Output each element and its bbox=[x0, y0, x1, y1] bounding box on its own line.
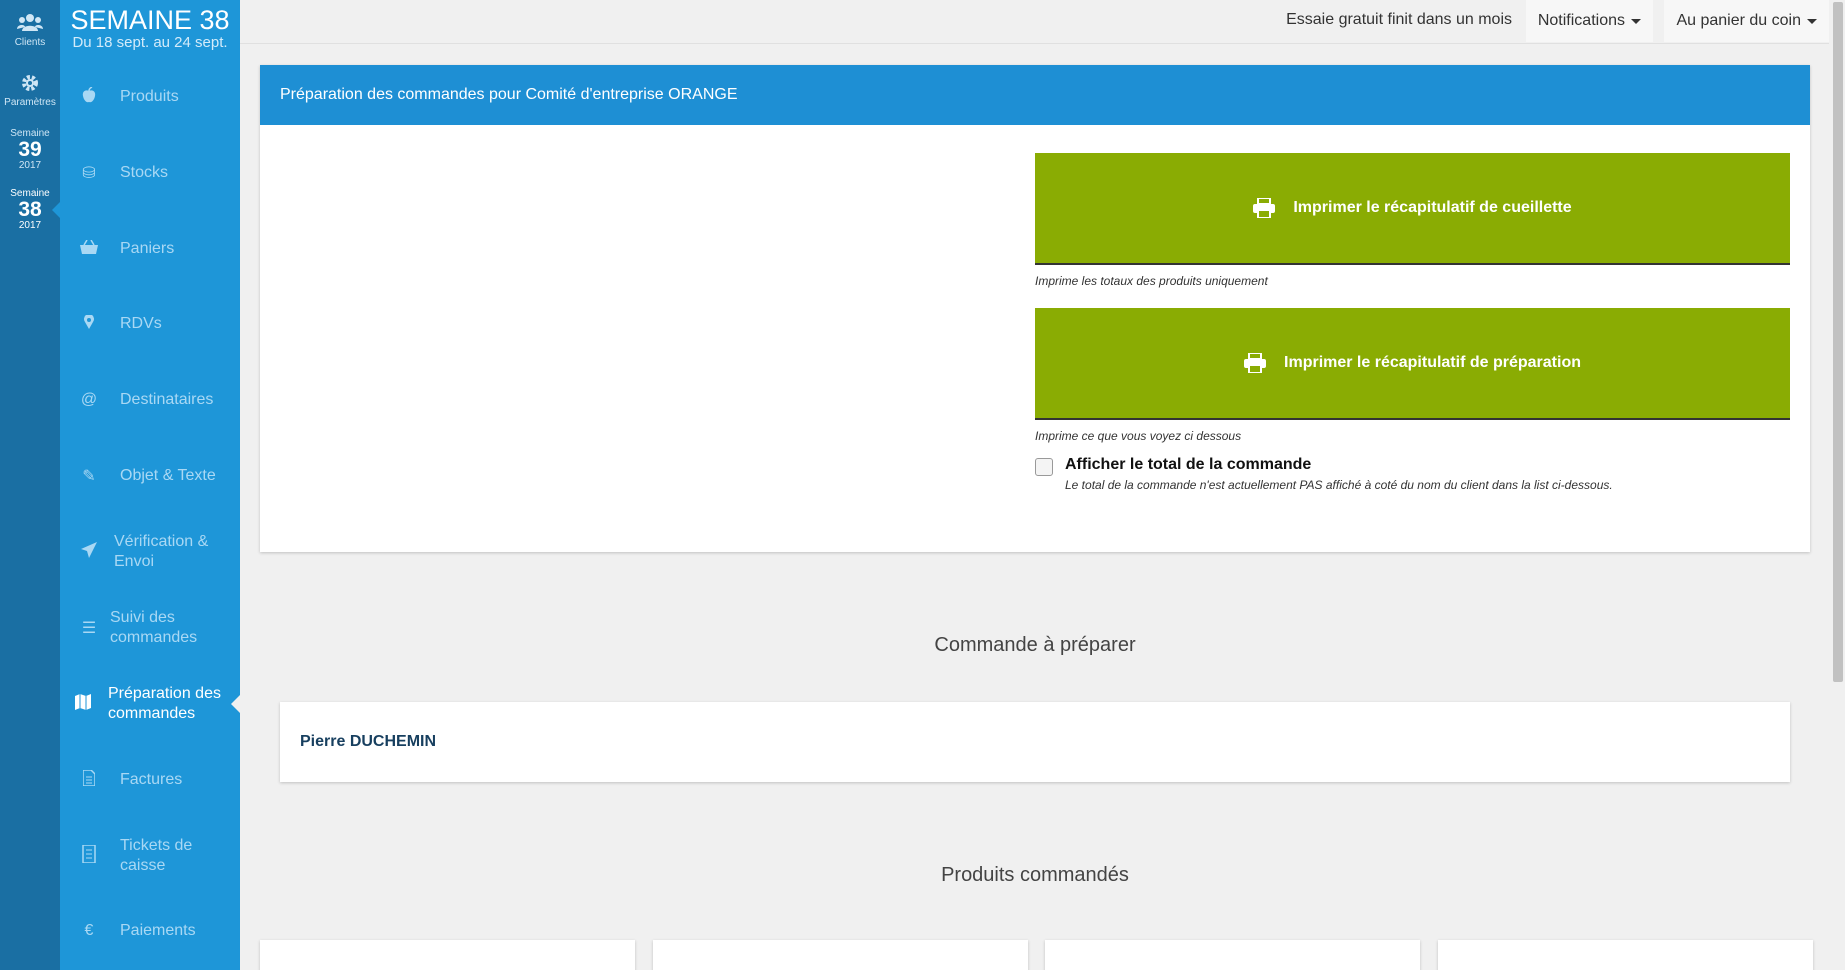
print-preparation-button[interactable]: Imprimer le récapitulatif de préparation bbox=[1035, 308, 1790, 420]
topbar: Essaie gratuit finit dans un mois Notifi… bbox=[240, 0, 1829, 44]
rail-week-39[interactable]: Semaine 39 2017 bbox=[0, 128, 60, 171]
stock-icon: ⛁ bbox=[82, 165, 96, 182]
left-rail: Clients Paramètres Semaine 39 2017 Semai… bbox=[0, 0, 60, 970]
sidebar-item-label: Paiements bbox=[120, 922, 196, 939]
caret-down-icon bbox=[1631, 18, 1641, 24]
receipt-icon bbox=[74, 843, 104, 868]
users-icon bbox=[17, 14, 43, 31]
cueillette-hint: Imprime les totaux des produits uniqueme… bbox=[1035, 274, 1268, 288]
paper-plane-icon bbox=[74, 541, 104, 563]
basket-icon bbox=[74, 239, 104, 259]
sidebar-item-rdvs[interactable]: RDVs bbox=[60, 287, 240, 361]
sidebar-item-objet-texte[interactable]: ✎ Objet & Texte bbox=[60, 439, 240, 513]
sidebar-item-label: Factures bbox=[120, 771, 183, 788]
sidebar-item-paiements[interactable]: € Paiements bbox=[60, 894, 240, 968]
clients-rail-button[interactable]: Clients bbox=[0, 12, 60, 48]
print-cueillette-button[interactable]: Imprimer le récapitulatif de cueillette bbox=[1035, 153, 1790, 265]
orders-section-title: Commande à préparer bbox=[934, 634, 1136, 656]
rail-week-38[interactable]: Semaine 38 2017 bbox=[0, 188, 60, 231]
notifications-label: Notifications bbox=[1537, 12, 1625, 29]
map-icon bbox=[68, 693, 98, 715]
product-card bbox=[260, 940, 635, 970]
active-indicator bbox=[231, 695, 240, 713]
sidebar-item-factures[interactable]: Factures bbox=[60, 743, 240, 817]
panel-title: Préparation des commandes pour Comité d'… bbox=[260, 65, 1810, 125]
show-total-note: Le total de la commande n'est actuelleme… bbox=[1065, 478, 1613, 492]
client-card[interactable]: Pierre DUCHEMIN bbox=[280, 702, 1790, 782]
sidebar: SEMAINE 38 Du 18 sept. au 24 sept. Produ… bbox=[60, 0, 240, 970]
sidebar-item-produits[interactable]: Produits bbox=[60, 60, 240, 134]
week-title: SEMAINE 38 bbox=[70, 5, 230, 35]
sidebar-item-label: Préparation des commandes bbox=[108, 685, 221, 722]
rail-week-number: 38 bbox=[18, 198, 42, 221]
sidebar-item-verification-envoi[interactable]: Vérification & Envoi bbox=[60, 515, 240, 589]
sidebar-item-suivi-commandes[interactable]: ☰ Suivi des commandes bbox=[60, 591, 240, 665]
client-name: Pierre DUCHEMIN bbox=[300, 733, 437, 750]
sidebar-item-stocks[interactable]: ⛁ Stocks bbox=[60, 136, 240, 210]
sidebar-item-label: Paniers bbox=[120, 240, 175, 257]
sidebar-item-label: Stocks bbox=[120, 164, 169, 181]
print-cueillette-label: Imprimer le récapitulatif de cueillette bbox=[1293, 199, 1572, 216]
show-total-checkbox[interactable] bbox=[1035, 458, 1053, 476]
pencil-icon: ✎ bbox=[82, 468, 96, 485]
parametres-rail-button[interactable]: Paramètres bbox=[0, 74, 60, 108]
products-section-title: Produits commandés bbox=[941, 864, 1129, 886]
sidebar-item-destinataires[interactable]: @ Destinataires bbox=[60, 363, 240, 437]
file-icon bbox=[74, 768, 104, 791]
list-icon: ☰ bbox=[81, 620, 97, 637]
scrollbar-thumb[interactable] bbox=[1833, 2, 1843, 682]
sidebar-item-label: Objet & Texte bbox=[120, 467, 216, 484]
parametres-rail-label: Paramètres bbox=[4, 97, 56, 108]
account-label: Au panier du coin bbox=[1676, 12, 1801, 29]
sidebar-item-tickets-caisse[interactable]: Tickets de caisse bbox=[60, 819, 240, 893]
printer-icon bbox=[1253, 198, 1276, 218]
print-preparation-label: Imprimer le récapitulatif de préparation bbox=[1284, 354, 1581, 371]
rail-active-indicator bbox=[52, 202, 60, 218]
trial-text: Essaie gratuit finit dans un mois bbox=[1286, 11, 1512, 28]
rail-week-year: 2017 bbox=[18, 220, 42, 231]
sidebar-item-label: RDVs bbox=[120, 315, 162, 332]
caret-down-icon bbox=[1807, 18, 1817, 24]
preparation-hint: Imprime ce que vous voyez ci dessous bbox=[1035, 429, 1242, 443]
printer-icon bbox=[1244, 353, 1267, 373]
map-marker-icon bbox=[74, 313, 104, 334]
at-icon: @ bbox=[80, 391, 98, 408]
sidebar-item-label: Tickets de caisse bbox=[120, 837, 193, 874]
notifications-dropdown[interactable]: Notifications bbox=[1525, 0, 1653, 42]
product-card bbox=[1045, 940, 1420, 970]
week-range: Du 18 sept. au 24 sept. bbox=[72, 34, 228, 51]
clients-rail-label: Clients bbox=[14, 37, 46, 48]
page-scrollbar[interactable] bbox=[1829, 0, 1845, 970]
rail-week-number: 39 bbox=[18, 138, 42, 161]
sidebar-item-label: Produits bbox=[120, 88, 179, 105]
account-dropdown[interactable]: Au panier du coin bbox=[1664, 0, 1829, 42]
rail-week-year: 2017 bbox=[18, 160, 42, 171]
sidebar-item-label: Suivi des commandes bbox=[110, 609, 198, 646]
sidebar-item-preparation-commandes[interactable]: Préparation des commandes bbox=[60, 667, 240, 741]
show-total-label[interactable]: Afficher le total de la commande bbox=[1065, 456, 1311, 474]
preparation-panel: Préparation des commandes pour Comité d'… bbox=[260, 65, 1810, 552]
euro-icon: € bbox=[84, 922, 94, 939]
product-card bbox=[653, 940, 1028, 970]
sidebar-item-paniers[interactable]: Paniers bbox=[60, 212, 240, 286]
gear-icon bbox=[22, 75, 38, 91]
apple-icon bbox=[74, 85, 104, 108]
sidebar-item-label: Vérification & Envoi bbox=[114, 533, 209, 570]
product-card bbox=[1438, 940, 1813, 970]
sidebar-item-label: Destinataires bbox=[120, 391, 214, 408]
week-header: SEMAINE 38 Du 18 sept. au 24 sept. bbox=[60, 6, 240, 51]
